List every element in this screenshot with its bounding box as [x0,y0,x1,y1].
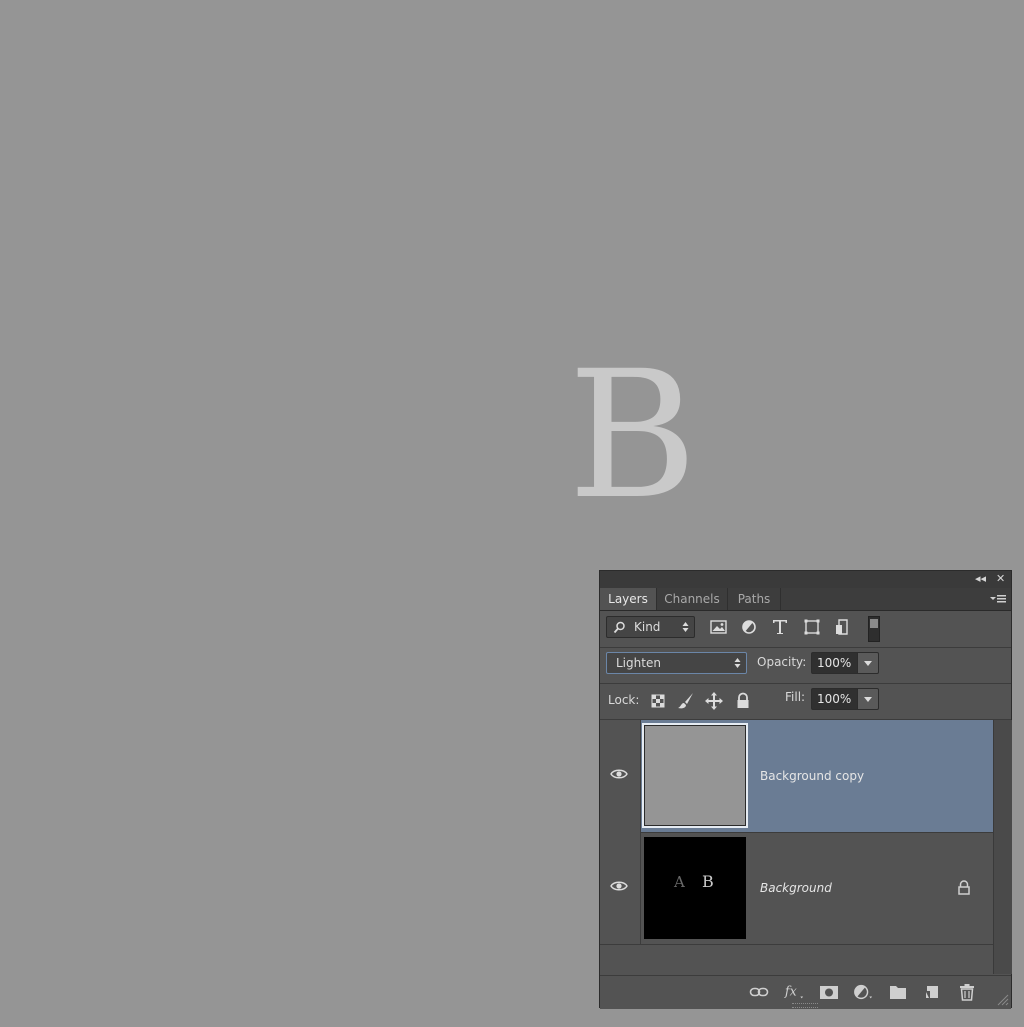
panel-menu-icon[interactable] [989,592,1007,606]
eye-icon[interactable] [610,768,628,780]
chevron-down-icon [864,697,872,702]
layer-row-background-copy[interactable]: Background copy [600,720,993,833]
fill-value: 100% [817,692,852,706]
collapse-panel-icon[interactable]: ◂◂ [975,572,986,586]
fx-layer-style-icon[interactable]: fx [784,983,804,1001]
tab-layers[interactable]: Layers [600,588,657,610]
pixel-layer-filter-icon[interactable] [709,617,729,637]
panel-tabbar: Layers Channels Paths [600,588,1011,611]
opacity-input[interactable]: 100% [811,652,858,674]
lock-all-icon[interactable] [733,691,753,711]
filter-row: Kind [600,611,1011,648]
layer-thumbnail: A B [644,837,746,939]
kind-label: Kind [634,620,661,634]
resize-grip-icon[interactable] [997,994,1009,1006]
search-icon [613,621,625,634]
tab-paths[interactable]: Paths [728,588,781,610]
opacity-dropdown-button[interactable] [857,652,879,674]
fill-label: Fill: [785,690,806,704]
blend-row: Lighten Opacity: 100% [600,648,1011,684]
layers-list: Background copy A B Background [600,720,993,974]
blend-mode-value: Lighten [616,656,661,670]
layers-bottom-toolbar: fx [600,975,1011,1009]
opacity-label: Opacity: [757,655,807,669]
layer-thumbnail [642,723,748,828]
layers-scrollbar[interactable] [993,720,1012,974]
panel-titlebar: ◂◂ ✕ [600,571,1011,589]
visibility-column [600,720,641,832]
svg-text:fx: fx [784,984,797,999]
shape-layer-filter-icon[interactable] [802,617,822,637]
lock-position-move-icon[interactable] [704,691,724,711]
smart-object-filter-icon[interactable] [833,617,853,637]
blend-mode-select[interactable]: Lighten [606,652,747,674]
kind-filter-select[interactable]: Kind [606,616,695,638]
layer-name[interactable]: Background [760,881,832,895]
close-panel-icon[interactable]: ✕ [996,572,1005,586]
canvas-letter-b: B [568,333,698,538]
layers-panel: ◂◂ ✕ Layers Channels Paths Kind Lighten … [599,570,1012,1009]
opacity-value: 100% [817,656,852,670]
updown-arrows-icon [682,622,689,632]
thumbnail-letter-a: A [674,873,685,891]
type-layer-filter-icon[interactable] [770,617,790,637]
fill-dropdown-button[interactable] [857,688,879,710]
delete-layer-trash-icon[interactable] [957,983,977,1001]
layer-lock-icon[interactable] [957,880,971,895]
lock-row: Lock: Fill: 100% [600,684,1011,720]
filter-toggle-switch[interactable] [868,616,880,642]
new-layer-icon[interactable] [922,983,942,1001]
add-layer-mask-icon[interactable] [819,983,839,1001]
visibility-column [600,832,641,944]
new-group-folder-icon[interactable] [888,983,908,1001]
eye-icon[interactable] [610,880,628,892]
adjustment-layer-filter-icon[interactable] [739,617,759,637]
lock-transparent-pixels-icon[interactable] [648,691,668,711]
lock-image-pixels-brush-icon[interactable] [676,691,696,711]
layer-name[interactable]: Background copy [760,769,864,783]
lock-label: Lock: [608,693,640,707]
fill-input[interactable]: 100% [811,688,858,710]
new-adjustment-layer-icon[interactable] [853,983,873,1001]
tab-channels[interactable]: Channels [657,588,728,610]
link-layers-icon[interactable] [749,983,769,1001]
chevron-down-icon [864,661,872,666]
thumbnail-letter-b: B [702,872,714,891]
panel-drag-handle[interactable] [792,1003,818,1008]
layer-row-background[interactable]: A B Background [600,832,993,945]
updown-arrows-icon [734,658,741,668]
